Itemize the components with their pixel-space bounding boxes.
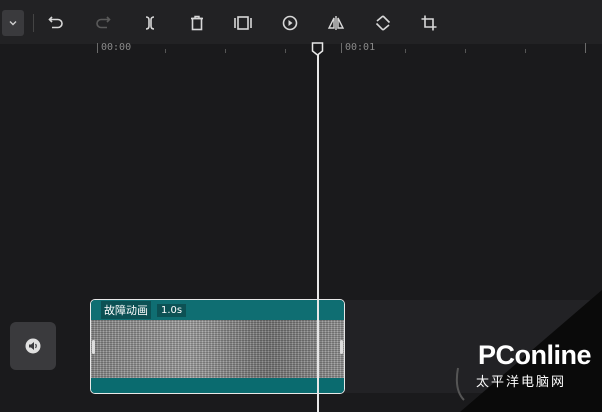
ruler-tick: [285, 49, 286, 53]
freeze-button[interactable]: [232, 12, 254, 34]
clip-audio-strip: [91, 378, 344, 393]
delete-icon: [191, 15, 203, 31]
clip-header: 故障动画 1.0s: [91, 300, 344, 320]
ruler-tick: [97, 43, 98, 53]
reverse-icon: [282, 15, 298, 31]
clip-duration: 1.0s: [157, 303, 187, 317]
ruler-tick: [225, 49, 226, 53]
mirror-button[interactable]: [325, 12, 347, 34]
ruler-tick: [341, 43, 342, 53]
split-icon: [145, 16, 155, 30]
clip-thumbnail: [91, 320, 344, 378]
redo-icon: [96, 16, 111, 29]
watermark-title: PConline: [478, 340, 592, 370]
playhead-line[interactable]: [317, 48, 319, 412]
mirror-icon: [327, 16, 345, 30]
rotate-icon: [375, 15, 391, 31]
redo-button[interactable]: [92, 12, 114, 34]
undo-button[interactable]: [45, 12, 67, 34]
rotate-button[interactable]: [372, 12, 394, 34]
freeze-icon: [234, 16, 252, 30]
watermark-subtitle: 太平洋电脑网: [476, 375, 567, 390]
layout-dropdown[interactable]: [2, 10, 24, 36]
split-button[interactable]: [139, 12, 161, 34]
undo-icon: [48, 16, 63, 29]
reverse-button[interactable]: [279, 12, 301, 34]
delete-button[interactable]: [186, 12, 208, 34]
clip-trim-handle-left[interactable]: [92, 340, 95, 354]
ruler-tick: [405, 49, 406, 53]
playhead-handle[interactable]: [311, 42, 324, 56]
ruler-tick: [585, 43, 586, 53]
crop-icon: [421, 15, 437, 31]
ruler-tick: [165, 49, 166, 53]
time-ruler[interactable]: 00:00 00:01: [0, 38, 602, 60]
track-audio-button[interactable]: [10, 322, 56, 370]
toolbar-separator: [33, 14, 34, 32]
clip-name: 故障动画: [101, 301, 151, 319]
ruler-tick: [465, 49, 466, 53]
ruler-label-start: 00:00: [101, 42, 132, 53]
ruler-label-second: 00:01: [345, 42, 376, 53]
clip-trim-handle-right[interactable]: [340, 340, 343, 354]
speaker-icon: [25, 338, 41, 354]
ruler-tick: [525, 49, 526, 53]
video-clip[interactable]: 故障动画 1.0s: [90, 299, 345, 394]
crop-button[interactable]: [418, 12, 440, 34]
chevron-down-icon: [9, 21, 17, 26]
